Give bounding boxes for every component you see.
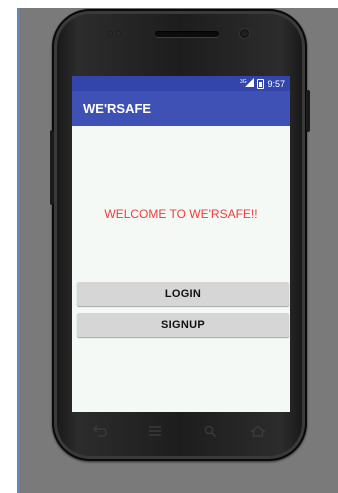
front-camera [240,29,249,38]
battery-icon [257,78,265,89]
status-bar: 3G 9:57 [72,76,290,91]
status-time: 9:57 [267,78,285,89]
menu-icon[interactable] [148,425,162,439]
phone-screen: 3G 9:57 WE'RSAFE WELCOME TO WE'RSAFE!! L… [72,76,290,412]
app-bar: WE'RSAFE [72,91,290,126]
search-icon[interactable] [204,425,217,440]
power-button[interactable] [306,90,310,132]
status-icons: 3G 9:57 [240,77,285,90]
window-edge [17,8,20,493]
welcome-message: WELCOME TO WE'RSAFE!! [104,207,258,221]
earpiece-speaker [155,31,219,37]
navigation-bar [72,412,290,452]
signal-icon: 3G [240,78,255,89]
login-button[interactable]: LOGIN [77,282,289,306]
volume-button[interactable] [50,130,54,205]
home-icon[interactable] [250,425,266,439]
signup-button[interactable]: SIGNUP [77,313,289,337]
signal-label: 3G [240,79,247,85]
back-icon[interactable] [93,425,107,439]
sensor-dots [108,31,126,37]
app-title: WE'RSAFE [83,101,152,116]
